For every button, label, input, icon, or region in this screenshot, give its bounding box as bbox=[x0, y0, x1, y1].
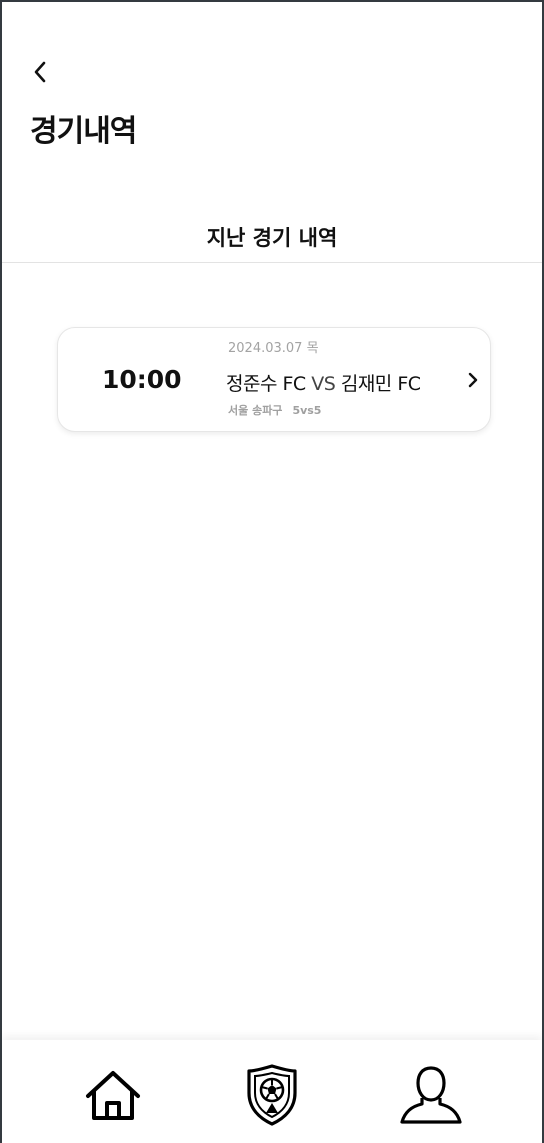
away-team: 김재민 FC bbox=[340, 373, 421, 395]
home-icon bbox=[86, 1071, 140, 1120]
match-time: 10:00 bbox=[102, 365, 182, 394]
tab-past-matches[interactable]: 지난 경기 내역 bbox=[2, 222, 542, 252]
match-date: 2024.03.07 목 bbox=[228, 341, 319, 356]
match-format: 5vs5 bbox=[292, 404, 322, 417]
match-card[interactable]: 2024.03.07 목 10:00 정준수 FC VS 김재민 FC 서울 송… bbox=[57, 327, 491, 432]
match-location: 서울 송파구 bbox=[228, 404, 283, 417]
match-teams: 정준수 FC VS 김재민 FC bbox=[226, 369, 421, 396]
nav-match[interactable] bbox=[237, 1062, 307, 1128]
tab-bar: 지난 경기 내역 bbox=[2, 210, 542, 263]
match-info: 서울 송파구 5vs5 bbox=[228, 402, 321, 418]
match-history-screen: 경기내역 지난 경기 내역 2024.03.07 목 10:00 정준수 FC … bbox=[2, 2, 542, 1143]
chevron-right-icon[interactable] bbox=[465, 370, 481, 390]
page-title: 경기내역 bbox=[30, 114, 137, 149]
person-icon bbox=[400, 1066, 462, 1124]
chevron-left-icon bbox=[34, 61, 46, 83]
bottom-nav bbox=[2, 1040, 542, 1143]
vs-label: VS bbox=[311, 373, 336, 395]
home-team: 정준수 FC bbox=[226, 373, 306, 395]
soccer-shield-icon bbox=[247, 1064, 297, 1126]
nav-profile[interactable] bbox=[396, 1062, 466, 1128]
nav-home[interactable] bbox=[78, 1062, 148, 1128]
back-button[interactable] bbox=[26, 56, 54, 88]
